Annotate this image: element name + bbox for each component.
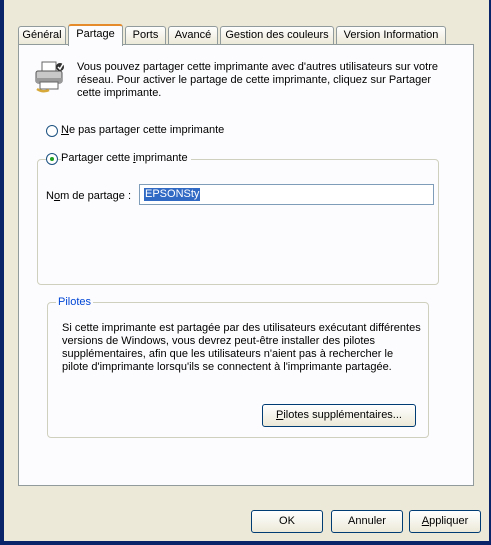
- no-share-label[interactable]: Ne pas partager cette imprimante: [61, 124, 224, 137]
- cancel-button[interactable]: Annuler: [331, 510, 403, 533]
- share-label[interactable]: Partager cette imprimante: [61, 152, 191, 165]
- no-share-radio[interactable]: [46, 125, 58, 137]
- drivers-description: Si cette imprimante est partagée par des…: [62, 322, 421, 373]
- share-name-label: Nom de partage :: [46, 190, 132, 202]
- drivers-title: Pilotes: [56, 296, 94, 308]
- apply-button[interactable]: Appliquer: [409, 510, 481, 533]
- share-radio[interactable]: [46, 153, 58, 165]
- additional-drivers-button[interactable]: Pilotes supplémentaires...: [262, 404, 416, 427]
- share-groupbox: [37, 159, 439, 285]
- intro-text: Vous pouvez partager cette imprimante av…: [77, 61, 439, 99]
- tab-general[interactable]: Général: [18, 26, 66, 44]
- share-name-input[interactable]: EPSONSty: [139, 184, 434, 205]
- share-name-value: EPSONSty: [144, 188, 201, 201]
- tab-ports[interactable]: Ports: [125, 26, 166, 44]
- tab-partage[interactable]: Partage: [68, 24, 123, 46]
- tab-version-information[interactable]: Version Information: [336, 26, 446, 44]
- tab-gestion-des-couleurs[interactable]: Gestion des couleurs: [220, 26, 334, 44]
- shared-printer-icon: [35, 61, 64, 93]
- ok-button[interactable]: OK: [251, 510, 323, 533]
- tab-avance[interactable]: Avancé: [168, 26, 218, 44]
